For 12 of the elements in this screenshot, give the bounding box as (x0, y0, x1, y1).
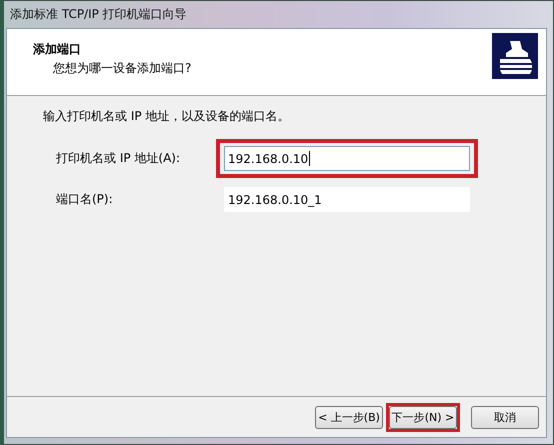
wizard-button[interactable]: < 上一步(B) (315, 406, 383, 428)
printer-icon (492, 33, 538, 79)
field-label: 端口名(P): (55, 191, 114, 208)
wizard-button[interactable]: 下一步(N) > (389, 406, 457, 428)
page-subtitle: 您想为哪一设备添加端口? (52, 60, 192, 77)
page-title: 添加端口 (33, 41, 82, 58)
wizard-button[interactable]: 取消 (471, 406, 539, 428)
window-title: 添加标准 TCP/IP 打印机端口向导 (10, 6, 187, 23)
input-field[interactable]: 192.168.0.10 (224, 146, 470, 171)
field-label: 打印机名或 IP 地址(A): (55, 150, 182, 167)
input-field[interactable]: 192.168.0.10_1 (224, 187, 470, 212)
instruction-text: 输入打印机名或 IP 地址，以及设备的端口名。 (43, 108, 290, 125)
